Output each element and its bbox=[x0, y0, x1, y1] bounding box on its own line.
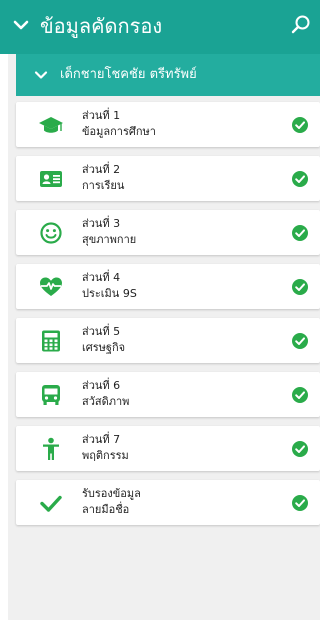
section-title: ประเมิน 9S bbox=[82, 287, 137, 300]
bus-icon bbox=[38, 382, 64, 408]
screening-panel: เด็กชายโชคชัย ตรีทรัพย์ ส่วนที่ 1 ข้อมูล… bbox=[8, 54, 320, 620]
section-title: เศรษฐกิจ bbox=[82, 341, 126, 354]
section-label: ส่วนที่ 4 bbox=[82, 271, 121, 284]
section-text: ส่วนที่ 3 สุขภาพกาย bbox=[82, 216, 136, 248]
check-circle-icon bbox=[292, 117, 308, 133]
section-item-part-3[interactable]: ส่วนที่ 3 สุขภาพกาย bbox=[16, 210, 320, 255]
id-card-icon bbox=[38, 166, 64, 192]
child-icon bbox=[38, 436, 64, 462]
student-header[interactable]: เด็กชายโชคชัย ตรีทรัพย์ bbox=[16, 54, 320, 96]
check-circle-icon bbox=[292, 387, 308, 403]
chevron-down-icon[interactable] bbox=[12, 16, 30, 34]
chevron-down-icon[interactable] bbox=[34, 68, 48, 82]
section-item-part-6[interactable]: ส่วนที่ 6 สวัสดิภาพ bbox=[16, 372, 320, 417]
student-name: เด็กชายโชคชัย ตรีทรัพย์ bbox=[60, 67, 197, 82]
check-circle-icon bbox=[292, 279, 308, 295]
screen: ข้อมูลคัดกรอง เด็กชายโชคชัย ตรีทรัพย์ ส่… bbox=[0, 0, 320, 620]
section-text: ส่วนที่ 7 พฤติกรรม bbox=[82, 432, 129, 464]
check-circle-icon bbox=[292, 333, 308, 349]
section-label: ส่วนที่ 7 bbox=[82, 433, 121, 446]
section-label: ส่วนที่ 2 bbox=[82, 163, 121, 176]
section-item-part-4[interactable]: ส่วนที่ 4 ประเมิน 9S bbox=[16, 264, 320, 309]
section-text: ส่วนที่ 4 ประเมิน 9S bbox=[82, 270, 137, 302]
section-text: ส่วนที่ 6 สวัสดิภาพ bbox=[82, 378, 129, 410]
section-title: สวัสดิภาพ bbox=[82, 395, 130, 408]
smiley-icon bbox=[38, 220, 64, 246]
section-label: ส่วนที่ 6 bbox=[82, 379, 121, 392]
check-circle-icon bbox=[292, 441, 308, 457]
section-text: รับรองข้อมูล ลายมือชื่อ bbox=[82, 486, 141, 518]
section-label: ส่วนที่ 3 bbox=[82, 217, 121, 230]
section-item-part-5[interactable]: ส่วนที่ 5 เศรษฐกิจ bbox=[16, 318, 320, 363]
section-item-part-1[interactable]: ส่วนที่ 1 ข้อมูลการศึกษา bbox=[16, 102, 320, 147]
section-label: ส่วนที่ 1 bbox=[82, 109, 121, 122]
section-item-part-7[interactable]: ส่วนที่ 7 พฤติกรรม bbox=[16, 426, 320, 471]
heartbeat-icon bbox=[38, 274, 64, 300]
checkmark-icon bbox=[38, 490, 64, 516]
graduation-cap-icon bbox=[38, 112, 64, 138]
section-label: ส่วนที่ 5 bbox=[82, 325, 121, 338]
section-list: ส่วนที่ 1 ข้อมูลการศึกษา ส่วนที่ 2 การเร… bbox=[16, 102, 320, 534]
section-item-part-2[interactable]: ส่วนที่ 2 การเรียน bbox=[16, 156, 320, 201]
section-title: พฤติกรรม bbox=[82, 449, 129, 462]
section-text: ส่วนที่ 1 ข้อมูลการศึกษา bbox=[82, 108, 156, 140]
section-title: ลายมือชื่อ bbox=[82, 503, 130, 516]
section-title: สุขภาพกาย bbox=[82, 233, 137, 246]
app-header: ข้อมูลคัดกรอง bbox=[0, 0, 320, 54]
section-text: ส่วนที่ 5 เศรษฐกิจ bbox=[82, 324, 125, 356]
section-label: รับรองข้อมูล bbox=[82, 487, 141, 500]
calculator-icon bbox=[38, 328, 64, 354]
check-circle-icon bbox=[292, 225, 308, 241]
section-title: การเรียน bbox=[82, 179, 125, 192]
page-title: ข้อมูลคัดกรอง bbox=[40, 14, 163, 38]
search-icon[interactable] bbox=[290, 14, 312, 36]
section-text: ส่วนที่ 2 การเรียน bbox=[82, 162, 124, 194]
check-circle-icon bbox=[292, 495, 308, 511]
section-item-certify[interactable]: รับรองข้อมูล ลายมือชื่อ bbox=[16, 480, 320, 525]
section-title: ข้อมูลการศึกษา bbox=[82, 125, 156, 138]
check-circle-icon bbox=[292, 171, 308, 187]
